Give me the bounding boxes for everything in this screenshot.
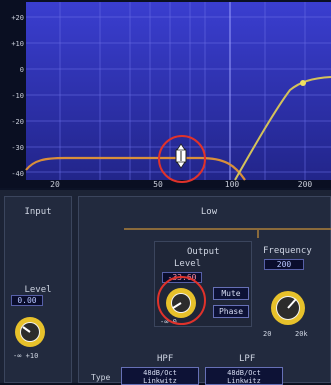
band-divider-tick [257, 228, 259, 238]
y-tick: -20 [11, 118, 24, 126]
phase-button[interactable]: Phase [213, 305, 249, 318]
output-title: Output [187, 247, 220, 257]
frequency-title: Frequency [263, 246, 312, 256]
input-level-label: Level [24, 285, 52, 295]
y-tick: +20 [11, 14, 24, 22]
input-title: Input [24, 207, 52, 217]
graph-canvas [25, 2, 331, 183]
y-tick: -10 [11, 92, 24, 100]
input-level-knob[interactable] [13, 315, 47, 349]
lpf-label: LPF [239, 354, 256, 364]
x-tick: 20 [50, 180, 60, 189]
output-level-label: Level [174, 259, 202, 269]
y-tick: 0 [19, 66, 24, 74]
y-tick: +10 [11, 40, 24, 48]
response-graph[interactable]: +20 +10 0 -10 -20 -30 -40 20 50 100 200 [0, 0, 331, 189]
filter-type-label: Type [91, 373, 111, 382]
y-tick: -40 [11, 170, 24, 178]
hpf-label: HPF [157, 354, 174, 364]
hpf-type-kind: Linkwitz [143, 377, 177, 385]
frequency-field[interactable]: 200 [264, 259, 304, 270]
hpf-type-button[interactable]: 48dB/Oct Linkwitz [121, 367, 199, 385]
mute-button[interactable]: Mute [213, 287, 249, 300]
annotation-circle-knob [157, 276, 206, 325]
high-band-handle[interactable] [300, 80, 306, 86]
y-tick: -30 [11, 144, 24, 152]
input-level-scale: -∞ +10 [13, 352, 39, 360]
x-tick: 100 [224, 180, 240, 189]
x-tick: 200 [297, 180, 313, 189]
lpf-type-slope: 48dB/Oct [227, 369, 261, 377]
lpf-type-button[interactable]: 48dB/Oct Linkwitz [205, 367, 283, 385]
band-title: Low [200, 207, 218, 217]
crossover-editor: +20 +10 0 -10 -20 -30 -40 20 50 100 200 … [0, 0, 331, 385]
control-panel: Input Level 0.00 -∞ +10 Low Output Level… [0, 190, 331, 385]
x-tick: 50 [153, 180, 163, 189]
input-panel: Input Level 0.00 -∞ +10 [4, 196, 72, 383]
frequency-scale-high: 20k [295, 330, 308, 338]
band-panel: Low Output Level -33.60 Mute Phase -∞ 0 … [78, 196, 331, 385]
frequency-scale-low: 20 [263, 330, 272, 338]
input-level-field[interactable]: 0.00 [11, 295, 43, 306]
hpf-type-slope: 48dB/Oct [143, 369, 177, 377]
band-divider [124, 228, 331, 230]
frequency-knob[interactable] [269, 289, 307, 327]
lpf-type-kind: Linkwitz [227, 377, 261, 385]
